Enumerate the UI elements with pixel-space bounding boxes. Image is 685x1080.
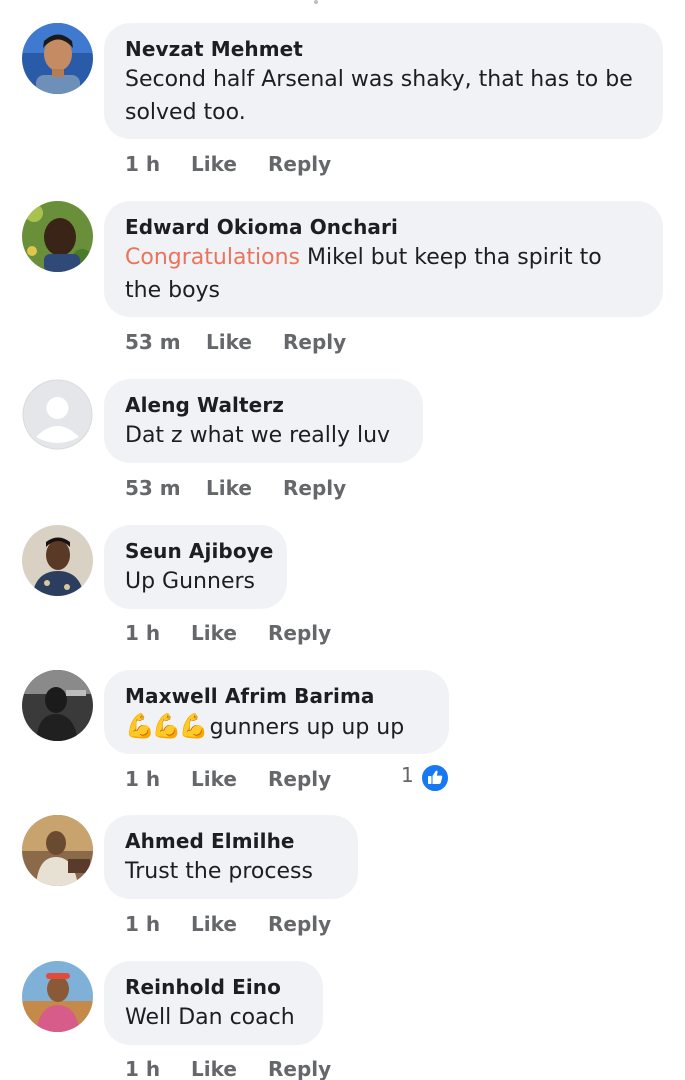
comment-author[interactable]: Aleng Walterz [125, 392, 401, 418]
comment-author[interactable]: Reinhold Eino [125, 974, 301, 1000]
like-button[interactable]: Like [206, 476, 252, 500]
like-button[interactable]: Like [191, 912, 237, 936]
comment-time[interactable]: 1 h [125, 621, 160, 645]
comment-bubble: Edward Okioma Onchari Congratulations Mi… [104, 201, 663, 317]
comment-bubble: Ahmed Elmilhe Trust the process [104, 815, 358, 899]
comment-time[interactable]: 1 h [125, 152, 160, 176]
like-button[interactable]: Like [191, 621, 237, 645]
flexed-biceps-icon: 💪💪💪 [125, 712, 209, 740]
comment-bubble: Seun Ajiboye Up Gunners [104, 525, 287, 609]
avatar[interactable] [22, 201, 93, 272]
reaction-count: 1 [401, 763, 414, 787]
avatar[interactable] [22, 23, 93, 94]
comment-bubble: Nevzat Mehmet Second half Arsenal was sh… [104, 23, 663, 139]
comments-feed: Nevzat Mehmet Second half Arsenal was sh… [0, 0, 685, 1080]
comment-time[interactable]: 53 m [125, 476, 181, 500]
comment-time[interactable]: 53 m [125, 330, 181, 354]
comment-text: Second half Arsenal was shaky, that has … [125, 67, 633, 125]
reply-button[interactable]: Reply [268, 767, 331, 791]
thumbs-up-icon [420, 763, 450, 793]
avatar[interactable] [22, 525, 93, 596]
reply-button[interactable]: Reply [268, 912, 331, 936]
like-button[interactable]: Like [191, 1057, 237, 1080]
comment-bubble: Reinhold Eino Well Dan coach [104, 961, 323, 1045]
comment-bubble: Maxwell Afrim Barima 💪💪💪 gunners up up up [104, 670, 449, 754]
default-avatar-icon[interactable] [22, 379, 93, 450]
comment-author[interactable]: Maxwell Afrim Barima [125, 683, 427, 709]
comment-text: Trust the process [125, 859, 313, 884]
comment-text: Up Gunners [125, 569, 255, 594]
avatar[interactable] [22, 815, 93, 886]
comment-text: 💪💪💪 gunners up up up [125, 710, 427, 744]
reply-button[interactable]: Reply [268, 1057, 331, 1080]
comment-text: Dat z what we really luv [125, 423, 391, 448]
reply-button[interactable]: Reply [268, 621, 331, 645]
comment-bubble: Aleng Walterz Dat z what we really luv [104, 379, 423, 463]
comment-author[interactable]: Seun Ajiboye [125, 538, 273, 564]
comment-time[interactable]: 1 h [125, 1057, 160, 1080]
separator-dot [314, 0, 318, 4]
comment-author[interactable]: Edward Okioma Onchari [125, 214, 641, 240]
comment-author[interactable]: Nevzat Mehmet [125, 36, 641, 62]
like-button[interactable]: Like [206, 330, 252, 354]
avatar[interactable] [22, 961, 93, 1032]
like-button[interactable]: Like [191, 767, 237, 791]
reply-button[interactable]: Reply [268, 152, 331, 176]
reply-button[interactable]: Reply [283, 476, 346, 500]
mention-link[interactable]: Congratulations [125, 245, 300, 270]
comment-time[interactable]: 1 h [125, 912, 160, 936]
comment-author[interactable]: Ahmed Elmilhe [125, 828, 336, 854]
like-button[interactable]: Like [191, 152, 237, 176]
comment-text: Congratulations Mikel but keep tha spiri… [125, 245, 602, 303]
reply-button[interactable]: Reply [283, 330, 346, 354]
comment-time[interactable]: 1 h [125, 767, 160, 791]
avatar[interactable] [22, 670, 93, 741]
comment-text: Well Dan coach [125, 1005, 295, 1030]
